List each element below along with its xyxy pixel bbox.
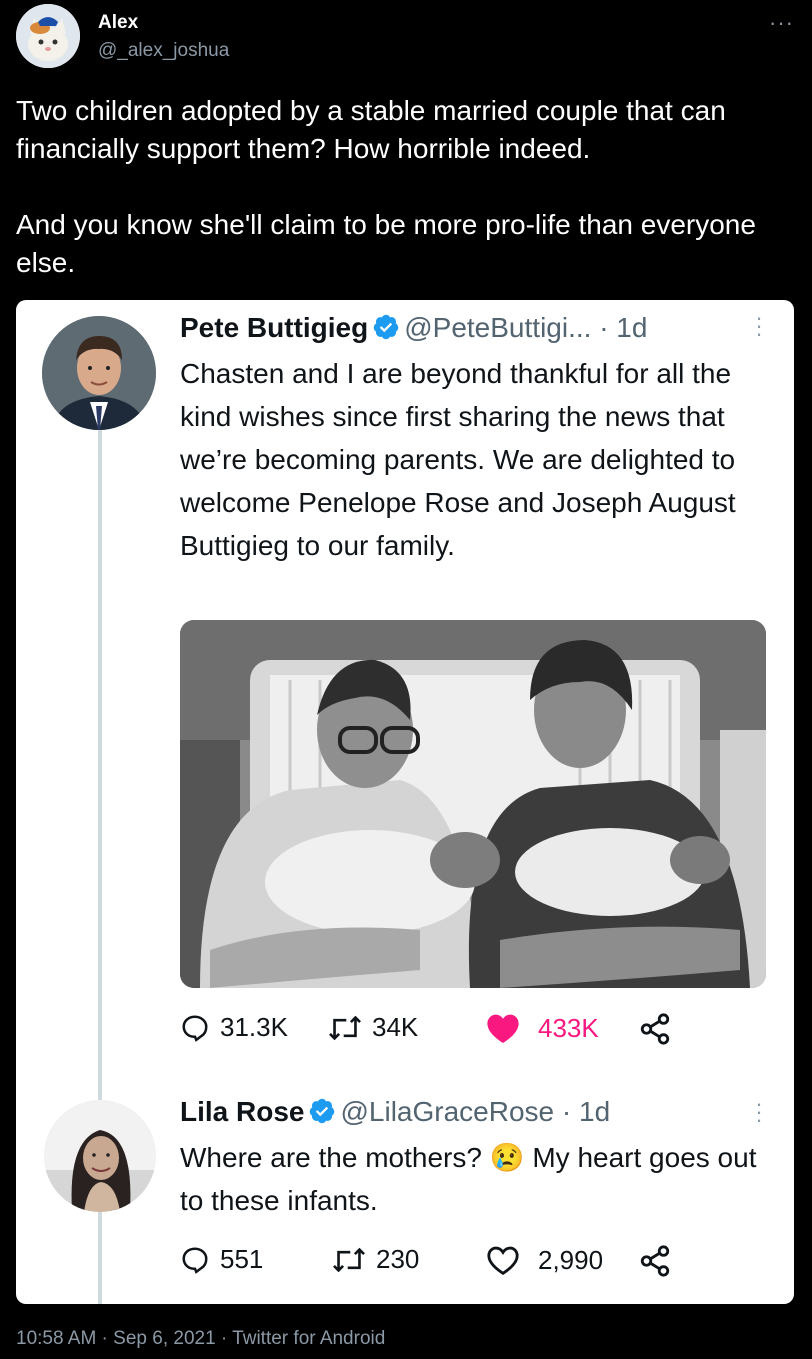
verified-badge-icon xyxy=(308,1097,336,1132)
tweet-timestamp[interactable]: 10:58 AM · Sep 6, 2021 · Twitter for And… xyxy=(16,1328,385,1350)
retweet-button[interactable]: 230 xyxy=(332,1244,419,1275)
quoted-thread-card[interactable]: Pete Buttigieg @PeteButtigi... · 1d · · · C… xyxy=(16,300,794,1304)
author-name[interactable]: Alex xyxy=(98,12,138,34)
like-count: 433K xyxy=(538,1012,599,1043)
quote-author-name[interactable]: Pete Buttigieg xyxy=(180,312,368,343)
avatar[interactable] xyxy=(16,4,80,68)
reply-header: Lila Rose @LilaGraceRose · 1d xyxy=(180,1096,610,1132)
reply-text-start: Where are the mothers? xyxy=(180,1142,490,1173)
reply-icon xyxy=(182,1246,208,1274)
heart-filled-icon xyxy=(487,1014,519,1044)
quote-more-icon[interactable]: · · · xyxy=(754,307,764,345)
share-icon xyxy=(640,1245,670,1277)
author-handle[interactable]: @_alex_joshua xyxy=(98,40,229,62)
lila-avatar[interactable] xyxy=(44,1100,156,1212)
share-button[interactable] xyxy=(638,1244,682,1278)
reply-icon xyxy=(182,1014,208,1042)
like-count: 2,990 xyxy=(538,1244,604,1275)
reply-button[interactable]: 551 xyxy=(180,1244,263,1275)
reply-count: 31.3K xyxy=(220,1012,288,1042)
reply-more-icon[interactable]: · · · xyxy=(754,1093,764,1131)
tweet-text: Two children adopted by a stable married… xyxy=(16,95,756,278)
reply-author-name[interactable]: Lila Rose xyxy=(180,1096,304,1127)
quote-header: Pete Buttigieg @PeteButtigi... · 1d xyxy=(180,312,647,348)
retweet-count: 34K xyxy=(372,1012,419,1042)
reply-count: 551 xyxy=(220,1244,264,1274)
quote-photo[interactable] xyxy=(180,620,766,988)
share-button[interactable] xyxy=(638,1012,682,1046)
like-button[interactable]: 2,990 xyxy=(486,1244,603,1276)
reply-button[interactable]: 31.3K xyxy=(180,1012,288,1043)
retweet-count: 230 xyxy=(376,1244,420,1274)
heart-outline-icon xyxy=(487,1246,519,1276)
pete-avatar[interactable] xyxy=(42,316,156,430)
like-button[interactable]: 433K xyxy=(486,1012,599,1044)
retweet-button[interactable]: 34K xyxy=(328,1012,418,1043)
tweet-header: Alex @_alex_joshua ··· xyxy=(0,0,812,80)
reply-author-handle[interactable]: @LilaGraceRose · 1d xyxy=(340,1096,610,1127)
retweet-icon xyxy=(333,1247,365,1272)
share-icon xyxy=(640,1013,670,1045)
crying-emoji-icon: 😢 xyxy=(489,1142,525,1173)
quote-text: Chasten and I are beyond thankful for al… xyxy=(180,358,736,561)
verified-badge-icon xyxy=(372,313,400,348)
reply-text: Where are the mothers? 😢 My heart goes o… xyxy=(180,1136,770,1222)
retweet-icon xyxy=(329,1015,361,1040)
more-options-icon[interactable]: ··· xyxy=(769,10,794,36)
quote-author-handle[interactable]: @PeteButtigi... · 1d xyxy=(404,312,647,343)
